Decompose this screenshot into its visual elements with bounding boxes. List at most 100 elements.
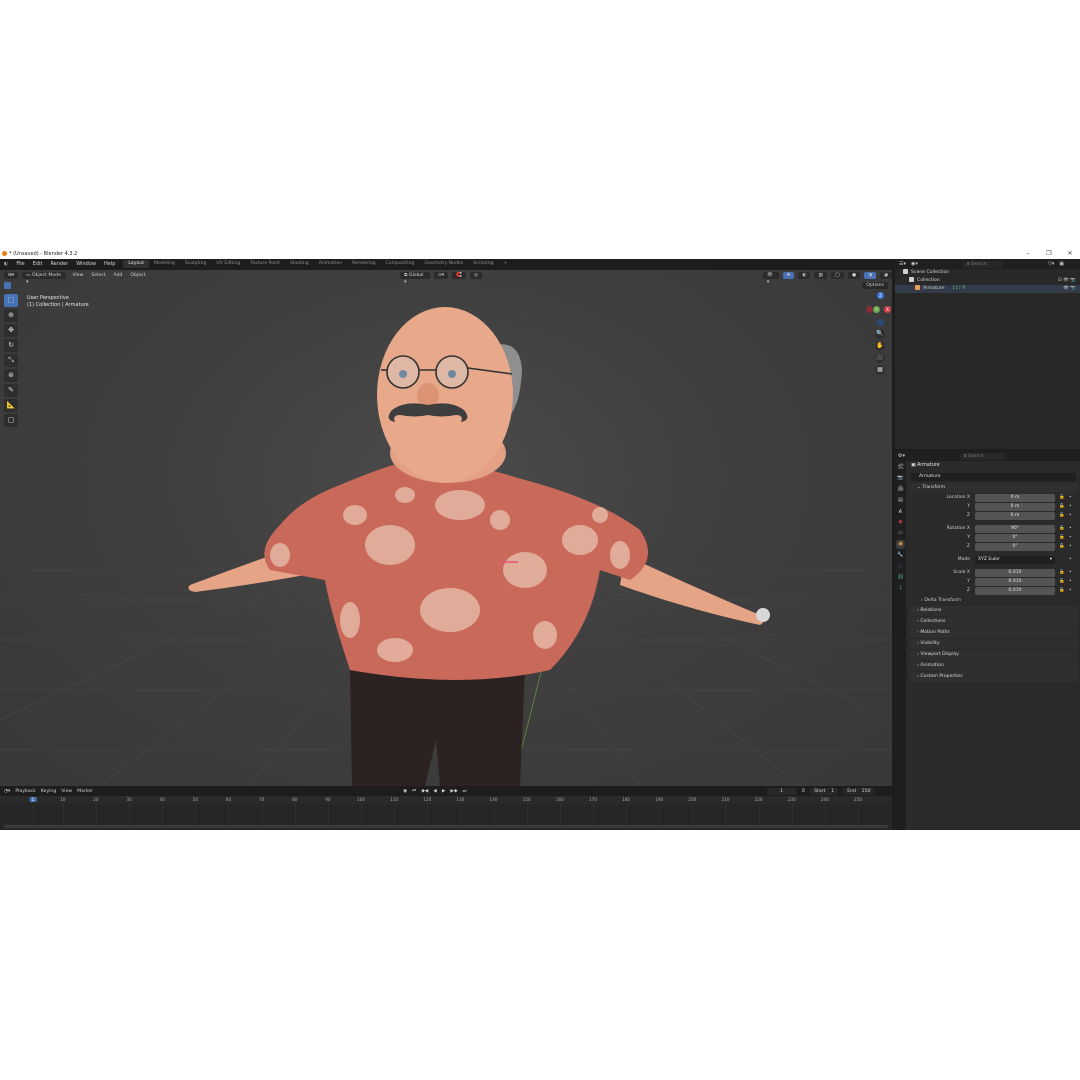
delta-transform-subpanel[interactable]: › Delta Transform	[907, 596, 1080, 605]
gizmo-toggle-icon[interactable]: ✥	[782, 271, 795, 279]
maximize-icon[interactable]: ❐	[1039, 248, 1059, 259]
workspace-tab-compositing[interactable]: Compositing	[381, 260, 420, 268]
camera-view-icon[interactable]: 🎥	[875, 353, 885, 363]
location-z-field[interactable]: 0 m	[975, 512, 1055, 520]
render-tab-icon[interactable]: 📷	[896, 474, 905, 483]
next-keyframe-icon[interactable]: ▶◆	[450, 789, 457, 794]
object-tab-icon[interactable]: ▣	[896, 540, 905, 549]
scale-x-field[interactable]: 0.010	[975, 569, 1055, 577]
outliner-row-scene-collection[interactable]: Scene Collection	[895, 269, 1080, 277]
keyframe-dot-icon[interactable]: •	[1069, 578, 1072, 586]
modifier-tab-icon[interactable]: 🔧	[896, 551, 905, 560]
select-new-icon[interactable]	[4, 282, 11, 289]
shading-solid-icon[interactable]: ●	[847, 271, 860, 279]
prev-keyframe-icon[interactable]: ◆◀	[421, 789, 428, 794]
viewport-menu-view[interactable]: View	[70, 273, 85, 278]
timeline-ruler[interactable]: 1 10 20 30 40 50 60 70 80 90 100 110 120 130 140 150 160…	[0, 796, 892, 804]
physics-tab-icon[interactable]: ◌	[896, 562, 905, 571]
properties-editor-type-icon[interactable]: ⚙▾	[898, 453, 905, 459]
keyframe-dot-icon[interactable]: •	[1069, 525, 1072, 533]
add-cube-icon[interactable]: ▢	[4, 414, 18, 427]
options-button[interactable]: Options	[862, 282, 888, 289]
menu-help[interactable]: Help	[100, 261, 119, 267]
add-workspace-icon[interactable]: +	[499, 260, 513, 268]
mode-selector[interactable]: ▭ Object Mode ▾	[22, 271, 67, 285]
world-tab-icon[interactable]: ◉	[896, 518, 905, 527]
workspace-tab-uv-editing[interactable]: UV Editing	[211, 260, 245, 268]
scene-tab-icon[interactable]: ◭	[896, 507, 905, 516]
shading-material-icon[interactable]: ◑	[863, 271, 876, 279]
lock-icon[interactable]: 🔓	[1059, 494, 1065, 502]
3d-viewport[interactable]: ⊞▾ ▭ Object Mode ▾ View Select Add Objec…	[0, 270, 892, 786]
gizmo-x-axis[interactable]: X	[884, 306, 891, 313]
rotation-x-field[interactable]: 90°	[975, 525, 1055, 533]
panel-relations[interactable]: › Relations	[909, 606, 1078, 616]
workspace-tab-layout[interactable]: Layout	[123, 260, 149, 268]
lock-icon[interactable]: 🔓	[1059, 578, 1065, 586]
navigation-gizmo[interactable]: Z Y X 🔍 ✋ 🎥 ▦	[852, 290, 892, 390]
annotate-icon[interactable]: ✎	[4, 384, 18, 397]
preview-range-icon[interactable]: ⏱	[802, 788, 806, 794]
current-frame-field[interactable]: 1	[766, 787, 797, 795]
workspace-tab-geometry-nodes[interactable]: Geometry Nodes	[419, 260, 468, 268]
lock-icon[interactable]: 🔓	[1059, 512, 1065, 520]
outliner-editor-type-icon[interactable]: ☰▾	[899, 261, 906, 267]
panel-custom-properties[interactable]: › Custom Properties	[909, 672, 1078, 682]
armature-visibility-icon[interactable]: 👁 📷	[1063, 285, 1076, 293]
location-y-field[interactable]: 0 m	[975, 503, 1055, 511]
move-icon[interactable]: ✥	[4, 324, 18, 337]
collection-visibility-icon[interactable]: ☑ 👁 📷	[1058, 277, 1076, 285]
transform-icon[interactable]: ⊛	[4, 369, 18, 382]
shading-wireframe-icon[interactable]: ◯	[830, 271, 844, 279]
lock-icon[interactable]: 🔓	[1059, 503, 1065, 511]
select-extend-icon[interactable]	[12, 282, 19, 289]
timeline-track-area[interactable]	[0, 804, 892, 830]
outliner-row-collection[interactable]: Collection ☑ 👁 📷	[895, 277, 1080, 285]
auto-key-icon[interactable]: ◉	[403, 789, 407, 794]
timeline-menu-playback[interactable]: Playback	[15, 789, 36, 794]
end-frame-field[interactable]: End 250	[843, 787, 875, 795]
tool-tab-icon[interactable]: 🛠	[896, 463, 905, 472]
rotation-mode-dropdown[interactable]: XYZ Euler ▾	[975, 556, 1055, 564]
object-name-field[interactable]: Armature	[911, 473, 1076, 481]
select-intersect-icon[interactable]	[36, 282, 43, 289]
editor-type-icon[interactable]: ◐	[0, 261, 12, 267]
output-tab-icon[interactable]: 🖨	[896, 485, 905, 494]
rotation-y-field[interactable]: 0°	[975, 534, 1055, 542]
keyframe-dot-icon[interactable]: •	[1069, 587, 1072, 595]
panel-visibility[interactable]: › Visibility	[909, 639, 1078, 649]
xray-icon[interactable]: ▧	[814, 271, 827, 279]
keyframe-dot-icon[interactable]: •	[1069, 534, 1072, 542]
gizmo-neg-z-axis[interactable]	[877, 319, 884, 326]
gizmo-z-axis[interactable]: Z	[877, 292, 884, 299]
rotation-z-field[interactable]: 0°	[975, 543, 1055, 551]
workspace-tab-modeling[interactable]: Modeling	[149, 260, 180, 268]
start-frame-field[interactable]: Start 1	[810, 787, 839, 795]
lock-icon[interactable]: 🔓	[1059, 569, 1065, 577]
scale-z-field[interactable]: 0.010	[975, 587, 1055, 595]
data-tab-icon[interactable]: ⟟	[896, 584, 905, 593]
shading-rendered-icon[interactable]: ◕	[879, 271, 892, 279]
menu-window[interactable]: Window	[72, 261, 100, 267]
panel-motion-paths[interactable]: › Motion Paths	[909, 628, 1078, 638]
new-collection-icon[interactable]: ▣	[1059, 261, 1064, 267]
location-x-field[interactable]: 0 m	[975, 494, 1055, 502]
timeline-editor-type-icon[interactable]: ◔▾	[4, 789, 10, 794]
select-box-icon[interactable]: ⬚	[4, 294, 18, 307]
keyframe-dot-icon[interactable]: •	[1069, 494, 1072, 502]
rotate-icon[interactable]: ↻	[4, 339, 18, 352]
pan-hand-icon[interactable]: ✋	[875, 341, 885, 351]
select-subtract-icon[interactable]	[20, 282, 27, 289]
overlays-icon[interactable]: ◐	[798, 271, 811, 279]
gizmo-neg-x-axis[interactable]	[866, 306, 873, 313]
menu-edit[interactable]: Edit	[29, 261, 47, 267]
proportional-edit-icon[interactable]: ◎	[469, 271, 482, 279]
workspace-tab-animation[interactable]: Animation	[314, 260, 347, 268]
view-layer-tab-icon[interactable]: ▤	[896, 496, 905, 505]
outliner-search-field[interactable]: ⌕ Search	[962, 260, 1003, 268]
transform-orientation-selector[interactable]: ⧉ Global ▾	[400, 271, 430, 285]
select-invert-icon[interactable]	[28, 282, 35, 289]
workspace-tab-sculpting[interactable]: Sculpting	[180, 260, 211, 268]
scale-icon[interactable]: ⤡	[4, 354, 18, 367]
viewport-menu-select[interactable]: Select	[89, 273, 107, 278]
